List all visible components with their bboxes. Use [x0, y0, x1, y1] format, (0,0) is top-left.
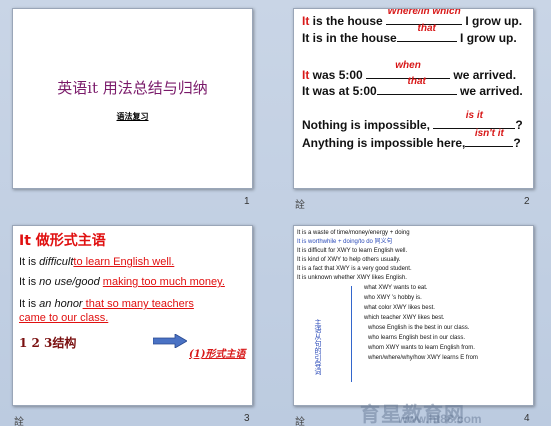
text-line: It is a waste of time/money/energy + doi…	[297, 230, 410, 236]
sentence-line: It is difficultto learn English well.	[19, 256, 175, 268]
slide-number-4: 4	[524, 413, 530, 424]
form-subject-label: (1)形式主语	[189, 349, 246, 360]
slide-number-3: 3	[244, 413, 250, 424]
text-line: who XWY ’s hobby is.	[364, 295, 422, 301]
slide-number-2: 2	[524, 196, 530, 207]
text-line: It is a fact that XWY is a very good stu…	[297, 266, 412, 272]
slide-thumbnail-4[interactable]: It is a waste of time/money/energy + doi…	[293, 225, 534, 406]
text-line: what color XWY likes best.	[364, 305, 435, 311]
sentence-line: came to our class.	[19, 312, 109, 324]
text-line: It is difficult for XWY to learn English…	[297, 248, 408, 254]
sentence-line: It is no use/good making too much money.	[19, 276, 225, 288]
sentence-line: It was at 5:00 that we arrived.	[302, 76, 523, 98]
slide-title: 英语it 用法总结与归纳	[57, 79, 208, 97]
sentence-line: It is in the house that I grow up.	[302, 23, 517, 45]
text-line: what XWY wants to eat.	[364, 285, 428, 291]
structure-marks: 1 2 3结构	[19, 336, 77, 350]
slide-subtitle: 语法复习	[116, 112, 149, 121]
notes-indicator: 詮	[295, 417, 305, 426]
text-line: It is unknown whether XWY likes English.	[297, 275, 407, 281]
slide-thumbnail-1[interactable]: 英语it 用法总结与归纳 语法复习	[12, 8, 253, 189]
text-line: when/where/why/how XWY learns E from	[368, 355, 478, 361]
notes-indicator: 詮	[14, 417, 24, 426]
slide-number-1: 1	[244, 196, 250, 207]
text-line: which teacher XWY likes best.	[364, 315, 445, 321]
vertical-label: 主语从句的引导词	[314, 319, 322, 375]
right-arrow-icon	[153, 334, 187, 348]
watermark-url: www.ht88.com	[398, 412, 482, 426]
bracket-line	[351, 286, 356, 382]
sentence-line: It is an honor that so many teachers	[19, 298, 194, 310]
text-line: whose English is the best in our class.	[368, 325, 470, 331]
slide-title: It 做形式主语	[19, 233, 106, 249]
text-line: whom XWY wants to learn English from.	[368, 345, 475, 351]
notes-indicator: 詮	[295, 200, 305, 211]
text-line: It is worthwhile + doing/to do 同义句	[297, 239, 393, 245]
text-line: who learns English best in our class.	[368, 335, 466, 341]
slide-thumbnail-2[interactable]: It is the house Where/In which I grow up…	[293, 8, 534, 189]
sentence-line: Anything is impossible here, isn't it?	[302, 128, 521, 150]
slide-thumbnail-3[interactable]: It 做形式主语 It is difficultto learn English…	[12, 225, 253, 406]
text-line: It is kind of XWY to help others usually…	[297, 257, 401, 263]
